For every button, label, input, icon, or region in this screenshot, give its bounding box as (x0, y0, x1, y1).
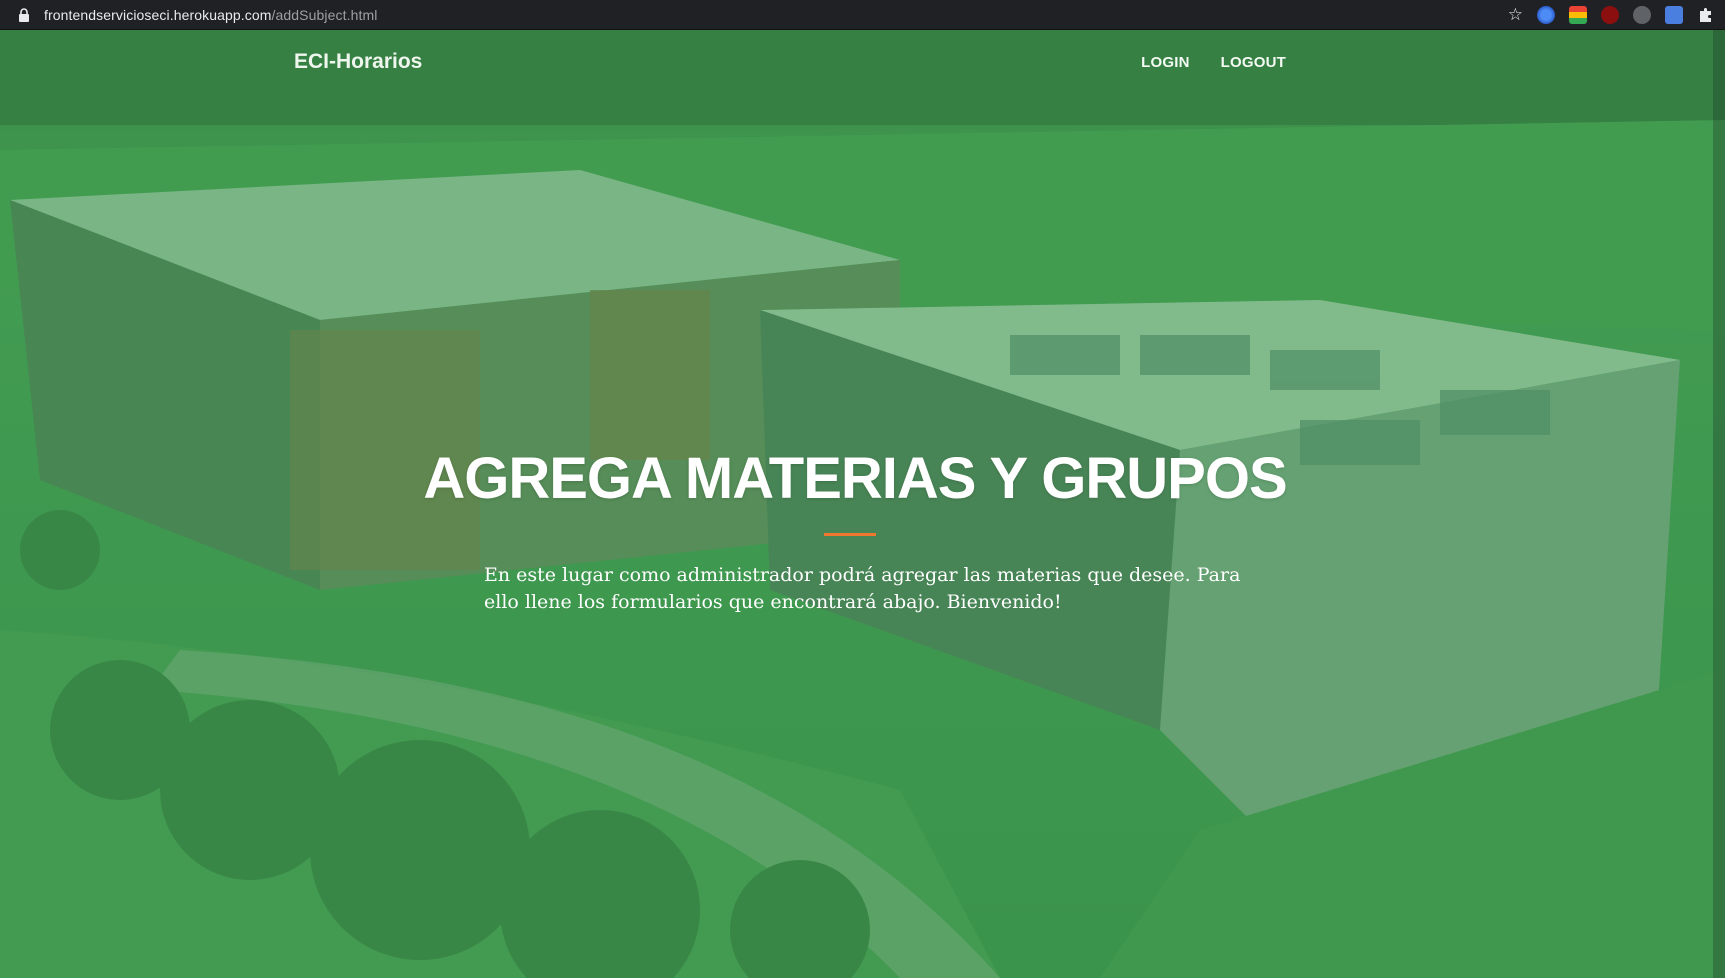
puzzle-icon[interactable] (1697, 6, 1715, 24)
login-link[interactable]: LOGIN (1141, 54, 1190, 71)
extension-icon-2[interactable] (1569, 5, 1587, 24)
url-path: /addSubject.html (271, 6, 378, 23)
browser-toolbar: frontendservicioseci.herokuapp.com/addSu… (0, 0, 1725, 30)
page-title: AGREGA MATERIAS Y GRUPOS (423, 446, 1287, 511)
browser-actions: ☆ (1508, 5, 1715, 24)
bookmark-star-icon[interactable]: ☆ (1508, 6, 1523, 23)
lock-icon (19, 7, 29, 22)
extension-icon-1[interactable] (1537, 5, 1555, 24)
navbar-links: LOGIN LOGOUT (1141, 54, 1286, 71)
extension-icon-4[interactable] (1633, 5, 1651, 24)
address-bar[interactable]: frontendservicioseci.herokuapp.com/addSu… (44, 7, 377, 23)
brand-logo[interactable]: ECI-Horarios (294, 50, 422, 74)
hero-description: En este lugar como administrador podrá a… (484, 564, 1241, 613)
title-divider (824, 533, 876, 536)
url-host: frontendservicioseci.herokuapp.com (44, 6, 272, 23)
extension-icon-3[interactable] (1601, 5, 1619, 24)
extension-icon-5[interactable] (1665, 5, 1683, 24)
page-scrollbar[interactable] (1713, 30, 1725, 978)
logout-link[interactable]: LOGOUT (1221, 54, 1286, 71)
hero-section: ECI-Horarios LOGIN LOGOUT AGREGA MATERIA… (0, 30, 1725, 978)
